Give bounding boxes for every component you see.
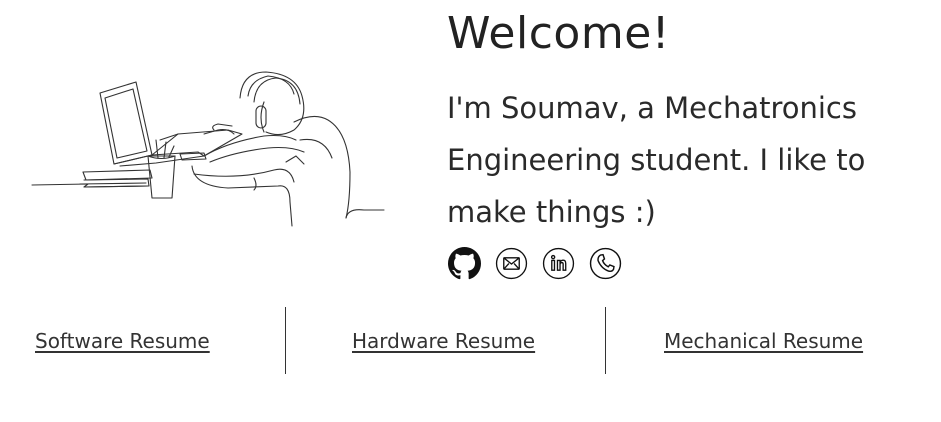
phone-icon xyxy=(589,247,621,279)
hardware-resume-link[interactable]: Hardware Resume xyxy=(352,329,535,353)
social-links xyxy=(447,246,635,280)
divider xyxy=(285,307,286,374)
welcome-heading: Welcome! xyxy=(447,8,670,59)
hero-illustration xyxy=(28,62,390,232)
bio-text: I'm Soumav, a Mechatronics Engineering s… xyxy=(447,91,866,229)
mechanical-resume-link[interactable]: Mechanical Resume xyxy=(664,329,863,353)
github-icon xyxy=(447,246,481,279)
linkedin-icon xyxy=(542,247,574,279)
phone-link[interactable] xyxy=(588,246,622,280)
email-icon xyxy=(495,247,527,279)
email-link[interactable] xyxy=(494,246,528,280)
divider xyxy=(605,307,606,374)
resume-links: Software Resume Hardware Resume Mechanic… xyxy=(0,307,941,375)
linkedin-link[interactable] xyxy=(541,246,575,280)
software-resume-link[interactable]: Software Resume xyxy=(35,329,210,353)
github-link[interactable] xyxy=(447,246,481,280)
